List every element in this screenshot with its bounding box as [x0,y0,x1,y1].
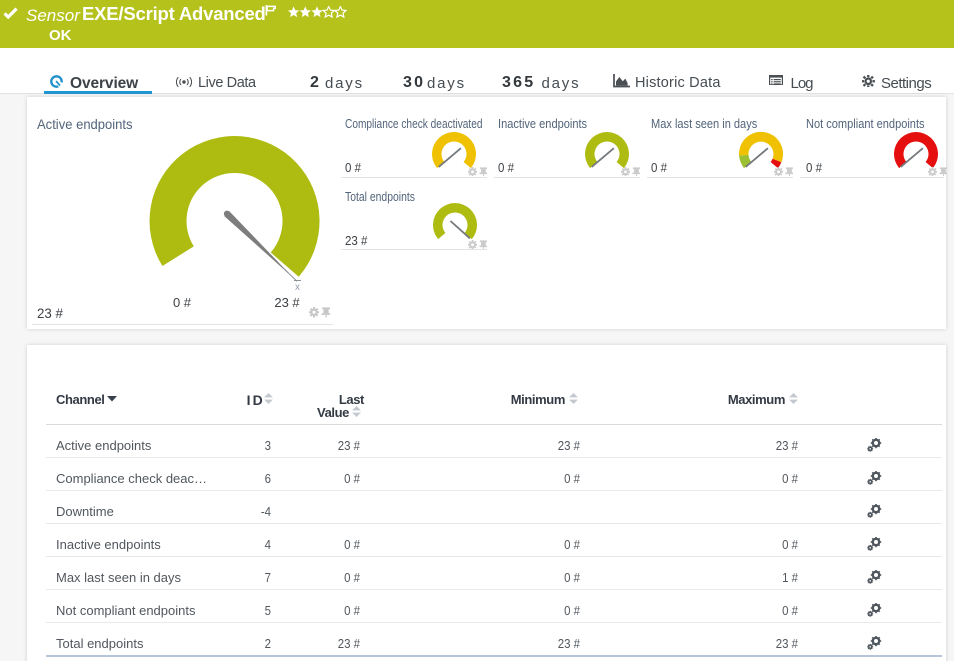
svg-text:x: x [295,282,300,293]
